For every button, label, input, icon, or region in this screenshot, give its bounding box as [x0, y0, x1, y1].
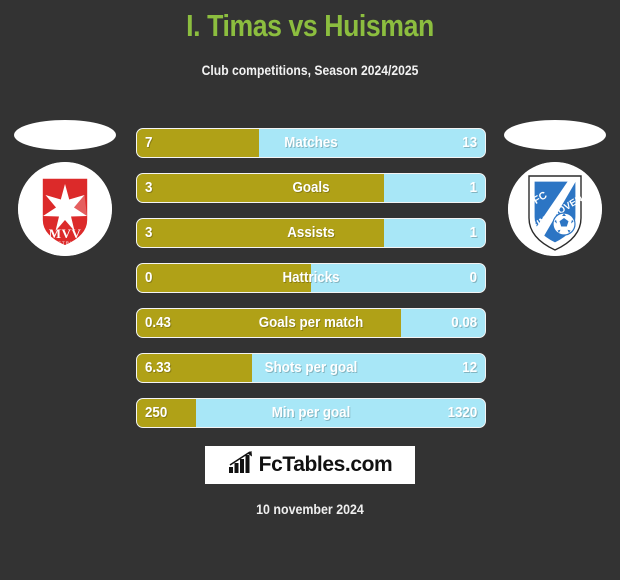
stat-row-min-per-goal: 250 Min per goal 1320	[136, 398, 486, 428]
home-player-photo	[14, 120, 116, 150]
stat-label: Shots per goal	[264, 360, 358, 376]
away-player-photo	[504, 120, 606, 150]
stat-label: Hattricks	[282, 270, 340, 286]
fc-eindhoven-crest-icon: FC EINDHOVEN	[508, 162, 602, 256]
stat-label: Min per goal	[271, 405, 351, 421]
home-side-panel: MVV MAASTRICHT	[0, 120, 130, 280]
stat-row-assists: 3 Assists 1	[136, 218, 486, 248]
stats-bar-list: 7 Matches 13 3 Goals 1 3 Assists 1 0 Hat…	[136, 128, 486, 443]
home-club-name: MVV	[49, 226, 82, 241]
stat-label: Goals	[292, 180, 330, 196]
away-side-panel: FC EINDHOVEN	[490, 120, 620, 280]
stat-row-goals: 3 Goals 1	[136, 173, 486, 203]
stat-row-matches: 7 Matches 13	[136, 128, 486, 158]
stat-label: Goals per match	[258, 315, 364, 331]
stat-away-value: 0	[469, 270, 477, 286]
comparison-infographic: I. Timas vs Huisman Club competitions, S…	[0, 0, 620, 580]
stat-away-value: 1320	[447, 405, 477, 421]
stat-label: Assists	[287, 225, 335, 241]
stat-away-value: 1	[469, 225, 477, 241]
chart-date: 10 november 2024	[256, 502, 364, 517]
page-title: I. Timas vs Huisman	[186, 8, 434, 43]
fctables-logo[interactable]: FcTables.com	[205, 446, 415, 484]
stat-away-value: 1	[469, 180, 477, 196]
stat-label: Matches	[284, 135, 338, 151]
bar-chart-growth-icon	[228, 450, 254, 480]
stat-away-value: 13	[462, 135, 477, 151]
stat-away-value: 12	[462, 360, 477, 376]
stat-away-value: 0.08	[451, 315, 477, 331]
fctables-brand-text: FcTables.com	[258, 453, 393, 476]
home-club-subtitle: MAASTRICHT	[46, 241, 84, 246]
mvv-maastricht-crest-icon: MVV MAASTRICHT	[18, 162, 112, 256]
stat-row-goals-per-match: 0.43 Goals per match 0.08	[136, 308, 486, 338]
stat-row-shots-per-goal: 6.33 Shots per goal 12	[136, 353, 486, 383]
stat-row-hattricks: 0 Hattricks 0	[136, 263, 486, 293]
page-subtitle: Club competitions, Season 2024/2025	[201, 63, 419, 78]
